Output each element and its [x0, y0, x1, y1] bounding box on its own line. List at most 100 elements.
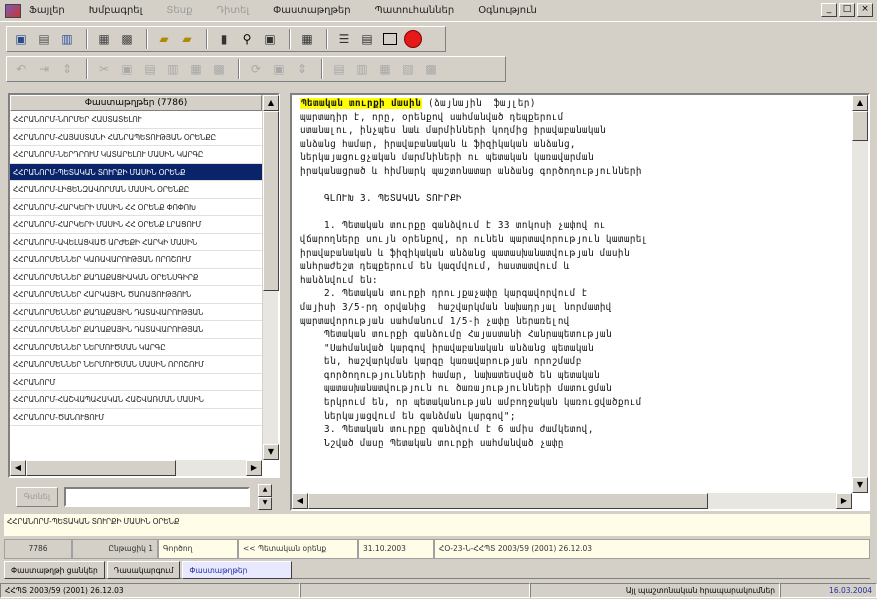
document-vertical-scrollbar[interactable]: ▲ ▼ — [852, 95, 868, 493]
list-item[interactable]: ՀՀՐԱՆՈՐՄԵՆՆԵՐ ԿԱՌԱՎԱՐՈՒԹՅԱՆ ՈՐՈՇՈՒՄ — [10, 251, 262, 269]
table-icon[interactable]: ▤ — [357, 29, 377, 49]
tab-documents[interactable]: Փաստաթղթեր — [182, 561, 293, 579]
window-icon[interactable] — [380, 29, 400, 49]
document-icon[interactable]: ▥ — [57, 29, 77, 49]
close-button[interactable]: × — [857, 3, 873, 17]
filter-input[interactable] — [64, 487, 250, 507]
menu-view[interactable]: Տեսք — [166, 5, 192, 16]
tree-icon[interactable]: ▤ — [329, 59, 349, 79]
menu-documents[interactable]: Փաստաթղթեր — [273, 5, 350, 16]
menu-file[interactable]: Ֆայլեր — [29, 5, 65, 16]
properties-icon[interactable]: ▣ — [269, 59, 289, 79]
list-item[interactable]: ՀՀՐԱՆՈՐՄ-ՊԵՏԱԿԱՆ ՏՈՒՐՔԻ ՄԱՍԻՆ ՕՐԵՆՔ — [10, 163, 262, 181]
menu-help[interactable]: Օգնություն — [478, 5, 537, 16]
doc-scroll-right-arrow[interactable]: ▶ — [836, 493, 852, 509]
spin-down-arrow[interactable]: ▼ — [258, 497, 272, 510]
status-bar: ՀՀՊՏ 2003/59 (2001) 26.12.03 Այլ պաշտոնա… — [0, 582, 877, 599]
print-icon[interactable]: ▩ — [117, 29, 137, 49]
insert-icon[interactable]: ▥ — [163, 59, 183, 79]
scroll-right-arrow[interactable]: ▶ — [246, 460, 262, 476]
branch-icon[interactable]: ▥ — [352, 59, 372, 79]
list-item[interactable]: ՀՀՐԱՆՈՐՄ-ՆԵՐԴՐՈՒՄ ԿԱՏԱՐԵԼՈՒ ՄԱՍԻՆ ԿԱՐԳԸ — [10, 146, 262, 164]
list-item[interactable]: ՀՀՐԱՆՈՐՄ-ՀԱՅԱՍՏԱՆԻ ՀԱՆՐԱՊԵՏՈՒԹՅԱՆ ՕՐԵՆՔԸ — [10, 129, 262, 146]
indent-icon[interactable]: ⇥ — [34, 59, 54, 79]
find-next-icon[interactable]: ▣ — [260, 29, 280, 49]
document-line-text: ստանալու, ինչպես նաև մարմինների կողմից ի… — [300, 125, 606, 137]
tab-document-lists[interactable]: Փաստաթղթի ցանկեր — [4, 561, 105, 579]
scroll-left-arrow[interactable]: ◀ — [10, 460, 26, 476]
toolbar-separator — [326, 29, 328, 49]
list-item[interactable]: ՀՀՐԱՆՈՐՄԵՆՆԵՐ ՆԵՐՄՈՒԾՄԱՆ ԿԱՐԳԸ — [10, 339, 262, 356]
spin-icon[interactable]: ⇕ — [57, 59, 77, 79]
cut-icon[interactable]: ✂ — [94, 59, 114, 79]
undo-icon[interactable]: ↶ — [11, 59, 31, 79]
document-viewer[interactable]: Պետական տուրքի մասին (ձայնային ֆայլեր) պա… — [290, 93, 870, 511]
document-line-text: պարտադիր է, որը, օրենքով սահմանված դեպքե… — [300, 111, 564, 123]
format-icon[interactable]: ▦ — [186, 59, 206, 79]
list-item[interactable]: ՀՀՐԱՆՈՐՄԵՆՆԵՐ ՆԵՐՄՈՒԾՄԱՆ ՄԱՍԻՆ ՈՐՈՇՈՒՄ — [10, 356, 262, 374]
menu-windows[interactable]: Պատուհաններ — [375, 5, 455, 16]
find-icon[interactable]: ⚲ — [237, 29, 257, 49]
list-item[interactable]: ՀՀՐԱՆՈՐՄ-ՀԱՇՎԱՊԱՀԱԿԱՆ ՀԱՇՎԱՌՄԱՆ ՄԱՍԻՆ — [10, 391, 262, 409]
document-count: 7786 — [4, 539, 72, 559]
doc-scroll-down-arrow[interactable]: ▼ — [852, 477, 868, 493]
list-item[interactable]: ՀՀՐԱՆՈՐՄ-ՀԱՐԿԵՐԻ ՄԱՍԻՆ ՀՀ ՕՐԵՆՔ ՓՈՓՈԽ — [10, 199, 262, 216]
menu-browse[interactable]: Դիտել — [216, 5, 249, 16]
list-item[interactable]: ՀՀՐԱՆՈՐՄ-ԾԱՆՈՒՑՈՒՄ — [10, 409, 262, 426]
doc-scroll-left-arrow[interactable]: ◀ — [292, 493, 308, 509]
find-button[interactable]: Գտնել — [16, 487, 58, 507]
list-item[interactable]: ՀՀՐԱՆՈՐՄ-ԱՎԵԼԱՑՎԱԾ ԱՐԺԵՔԻ ՀԱՐԿԻ ՄԱՍԻՆ — [10, 234, 262, 251]
list-item[interactable]: ՀՀՐԱՆՈՐՄԵՆՆԵՐ ՔԱՂԱՔԱՑԻԱԿԱՆ ՕՐԵՆՍԳԻՐՔ — [10, 269, 262, 286]
spin-up-arrow[interactable]: ▲ — [258, 484, 272, 497]
folder-icon[interactable]: ▰ — [177, 29, 197, 49]
doc-scroll-thumb[interactable] — [852, 111, 868, 141]
list-header[interactable]: Փաստաթղթեր (7786) — [10, 95, 262, 111]
menu-edit[interactable]: Խմբագրել — [89, 5, 143, 16]
toolbar-separator — [238, 59, 240, 79]
copy-icon[interactable]: ▣ — [11, 29, 31, 49]
tab-classification[interactable]: Դասակարգում — [106, 561, 181, 579]
scroll-thumb-h[interactable] — [26, 460, 176, 476]
list-item[interactable]: ՀՀՐԱՆՈՐՄ — [10, 374, 262, 391]
minimize-button[interactable]: _ — [821, 3, 837, 17]
list-horizontal-scrollbar[interactable]: ◀ ▶ — [10, 460, 262, 476]
doc-scroll-thumb-h[interactable] — [308, 493, 708, 509]
save-icon[interactable]: ▦ — [94, 29, 114, 49]
document-line: ստանալու, ինչպես նաև մարմինների կողմից ի… — [300, 124, 848, 138]
doc-scroll-up-arrow[interactable]: ▲ — [852, 95, 868, 111]
move-icon[interactable]: ⇕ — [292, 59, 312, 79]
document-date: 31.10.2003 — [358, 539, 434, 559]
maximize-button[interactable]: □ — [839, 3, 855, 17]
refresh-icon[interactable]: ⟳ — [246, 59, 266, 79]
list-item[interactable]: ՀՀՐԱՆՈՐՄ-ԼԻՑԵՆԶԱՎՈՐՄԱՆ ՄԱՍԻՆ ՕՐԵՆՔԸ — [10, 181, 262, 199]
export-icon[interactable]: ▩ — [421, 59, 441, 79]
document-line: Պետական տուրքի մասին (ձայնային ֆայլեր) — [300, 97, 848, 111]
document-line: անձանց համար, իրավաբանական և ֆիզիկական ա… — [300, 138, 848, 152]
merge-icon[interactable]: ▦ — [375, 59, 395, 79]
list-item[interactable]: ՀՀՐԱՆՈՐՄԵՆՆԵՐ ՀԱՐԿԱՅԻՆ ԾԱՌԱՅՈՒԹՅՈՒՆ — [10, 286, 262, 304]
scroll-thumb[interactable] — [263, 111, 279, 291]
document-line: իրավաբանական և ֆիզիկական անձանց պատասխան… — [300, 247, 848, 261]
scroll-up-arrow[interactable]: ▲ — [263, 95, 279, 111]
open-folder-icon[interactable]: ▰ — [154, 29, 174, 49]
scroll-down-arrow[interactable]: ▼ — [263, 444, 279, 460]
list-item[interactable]: ՀՀՐԱՆՈՐՄ-ՀԱՐԿԵՐԻ ՄԱՍԻՆ ՀՀ ՕՐԵՆՔ ԼՐԱՑՈՒՄ — [10, 216, 262, 234]
split-icon[interactable]: ▧ — [398, 59, 418, 79]
list-item[interactable]: ՀՀՐԱՆՈՐՄ-ՆՈՐՄԵՐ ՀԱՍՏԱՏԵԼՈՒ — [10, 111, 262, 129]
paste-disabled-icon[interactable]: ▤ — [140, 59, 160, 79]
copy-disabled-icon[interactable]: ▣ — [117, 59, 137, 79]
list-item[interactable]: ՀՀՐԱՆՈՐՄԵՆՆԵՐ ՔԱՂԱՔԱՅԻՆ ԴԱՏԱՎԱՐՈՒԹՅԱՆ — [10, 321, 262, 339]
document-line: Նշված մասը Պետական տուրքի սահմանված չափը — [300, 437, 848, 451]
list-vertical-scrollbar[interactable]: ▲ ▼ — [262, 95, 279, 460]
paste-icon[interactable]: ▤ — [34, 29, 54, 49]
list-item[interactable]: ՀՀՐԱՆՈՐՄԵՆՆԵՐ ՔԱՂԱՔԱՅԻՆ ԴԱՏԱՎԱՐՈՒԹՅԱՆ — [10, 304, 262, 321]
filter-spinner[interactable]: ▲ ▼ — [258, 484, 272, 510]
print-disabled-icon[interactable]: ▩ — [209, 59, 229, 79]
document-line-text: անձանց համար, իրավաբանական և ֆիզիկական ա… — [300, 138, 576, 150]
stop-icon[interactable] — [403, 29, 423, 49]
document-horizontal-scrollbar[interactable]: ◀ ▶ — [292, 493, 852, 509]
list-view-icon[interactable]: ☰ — [334, 29, 354, 49]
grid-icon[interactable]: ▦ — [297, 29, 317, 49]
bookmark-icon[interactable]: ▮ — [214, 29, 234, 49]
